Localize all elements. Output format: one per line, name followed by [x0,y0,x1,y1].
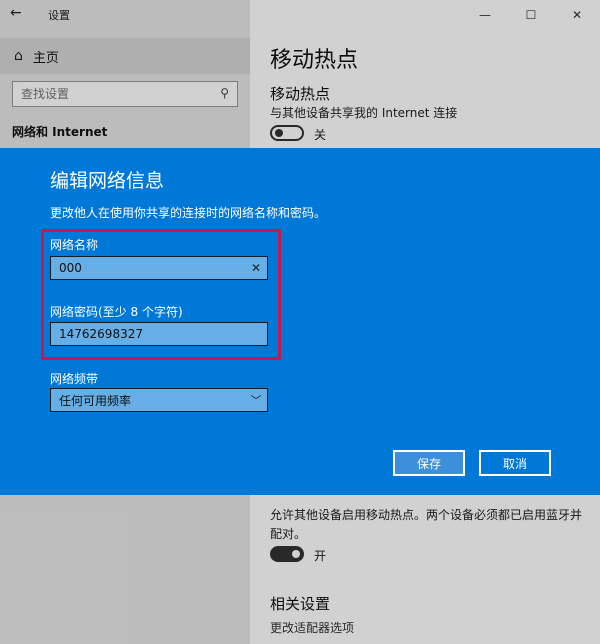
cancel-button[interactable]: 取消 [479,450,551,476]
chevron-down-icon: ﹀ [250,394,262,407]
network-band-select[interactable]: 任何可用频率 ﹀ [50,388,268,412]
network-band-value: 任何可用频率 [59,393,132,408]
dialog-title: 编辑网络信息 [50,170,165,192]
edit-network-dialog: 编辑网络信息 更改他人在使用你共享的连接时的网络名称和密码。 网络名称 ✕ 网络… [0,148,600,495]
save-button[interactable]: 保存 [393,450,465,476]
dialog-description: 更改他人在使用你共享的连接时的网络名称和密码。 [50,206,327,220]
network-band-label: 网络频带 [50,372,99,386]
highlight-annotation-box [41,229,281,360]
